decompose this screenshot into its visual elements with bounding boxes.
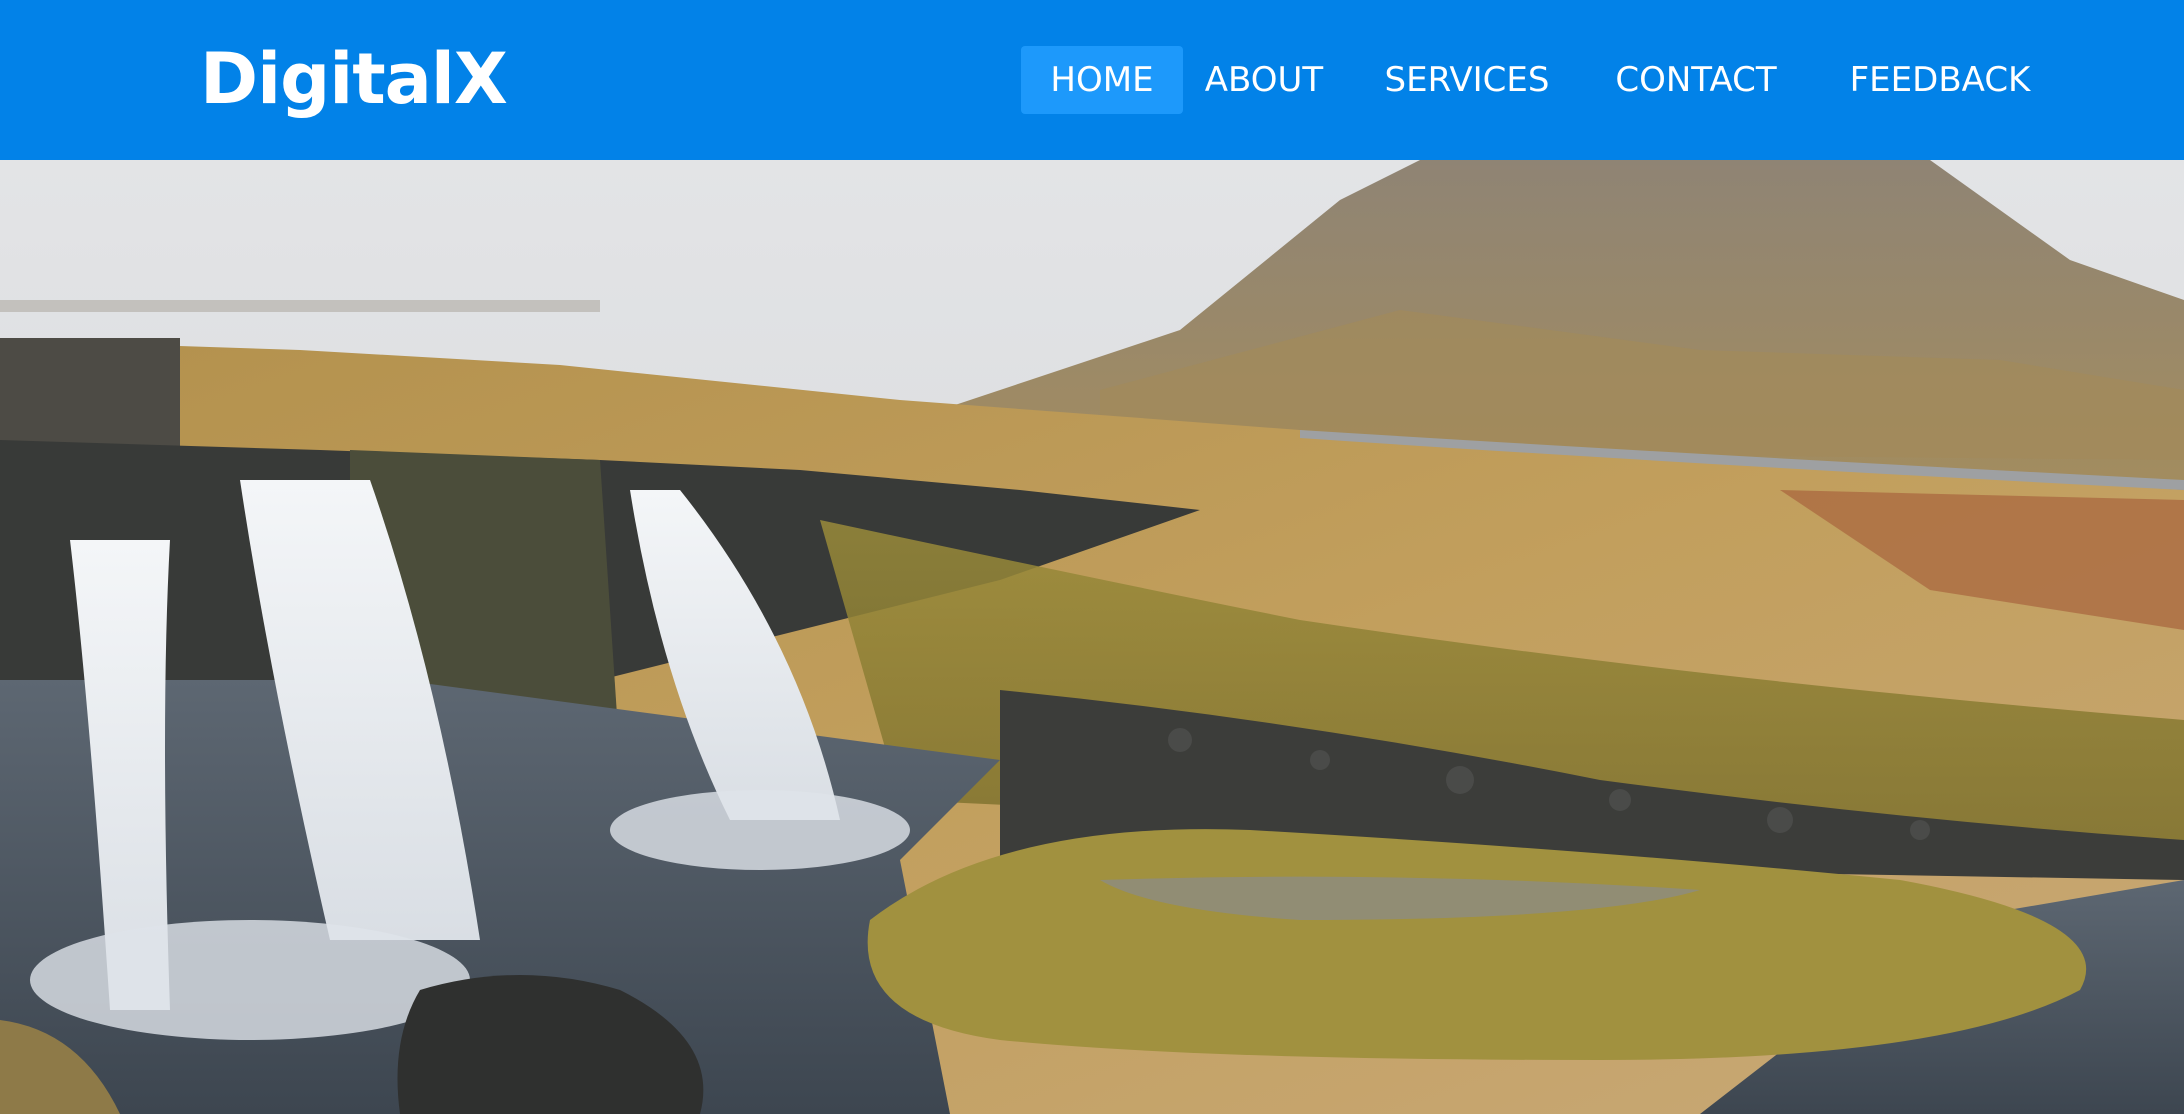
waterfall-landscape-illustration [0,160,2184,1114]
top-navbar: DigitalX HOME ABOUT SERVICES CONTACT FEE… [0,0,2184,160]
nav-link-about[interactable]: ABOUT [1200,46,1328,114]
nav-link-contact[interactable]: CONTACT [1602,46,1790,114]
nav-link-feedback[interactable]: FEEDBACK [1834,46,2046,114]
nav-link-services[interactable]: SERVICES [1372,46,1562,114]
brand-logo[interactable]: DigitalX [200,34,508,124]
nav-link-home[interactable]: HOME [1021,46,1183,114]
hero-banner-image [0,160,2184,1114]
